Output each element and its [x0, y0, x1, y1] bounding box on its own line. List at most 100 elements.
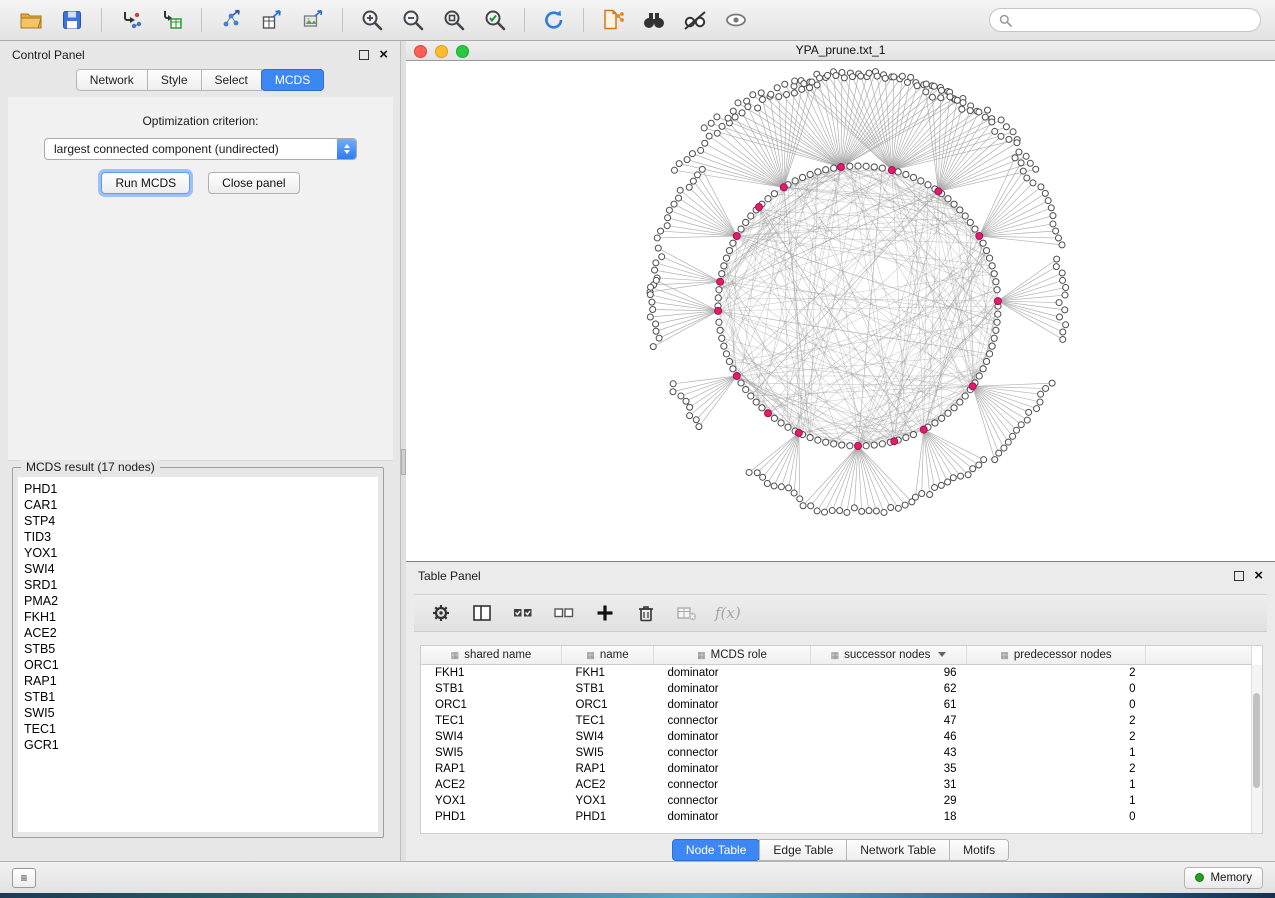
network-node[interactable] [721, 263, 727, 269]
network-node[interactable] [717, 327, 723, 333]
network-leaf-node[interactable] [825, 72, 831, 78]
network-node[interactable] [986, 255, 992, 261]
network-hub-node[interactable] [717, 278, 724, 285]
network-node[interactable] [753, 399, 759, 405]
float-panel-icon[interactable] [1234, 571, 1244, 581]
network-node[interactable] [939, 415, 945, 421]
column-header-MCDS-role[interactable]: ▦MCDS role [654, 646, 811, 665]
network-leaf-node[interactable] [670, 381, 676, 387]
close-window-icon[interactable] [414, 45, 427, 58]
network-hub-node[interactable] [733, 373, 740, 380]
network-node[interactable] [903, 171, 909, 177]
table-row[interactable]: STB1STB1dominator620 [421, 681, 1252, 697]
network-leaf-node[interactable] [670, 389, 676, 395]
network-canvas[interactable] [406, 61, 1275, 561]
network-leaf-node[interactable] [1018, 160, 1024, 166]
network-node[interactable] [855, 163, 861, 169]
network-leaf-node[interactable] [797, 496, 803, 502]
network-leaf-node[interactable] [791, 490, 797, 496]
network-leaf-node[interactable] [1010, 129, 1016, 135]
network-leaf-node[interactable] [931, 83, 937, 89]
network-leaf-node[interactable] [985, 107, 991, 113]
network-node[interactable] [743, 387, 749, 393]
network-leaf-node[interactable] [690, 178, 696, 184]
network-leaf-node[interactable] [1020, 168, 1026, 174]
table-row[interactable]: TEC1TEC1connector472 [421, 713, 1252, 729]
network-hub-node[interactable] [715, 307, 722, 314]
network-leaf-node[interactable] [1059, 242, 1065, 248]
network-leaf-node[interactable] [800, 503, 806, 509]
network-hub-node[interactable] [795, 429, 802, 436]
network-leaf-node[interactable] [1043, 385, 1049, 391]
network-node[interactable] [903, 434, 909, 440]
network-hub-node[interactable] [976, 233, 983, 240]
network-node[interactable] [895, 169, 901, 175]
close-panel-icon[interactable]: × [1254, 571, 1263, 581]
network-leaf-node[interactable] [771, 483, 777, 489]
mcds-node-item[interactable]: GCR1 [24, 737, 378, 753]
network-leaf-node[interactable] [656, 335, 662, 341]
network-node[interactable] [980, 366, 986, 372]
tab-network-table[interactable]: Network Table [846, 839, 950, 861]
network-leaf-node[interactable] [676, 161, 682, 167]
network-node[interactable] [748, 393, 754, 399]
network-node[interactable] [945, 196, 951, 202]
network-leaf-node[interactable] [902, 502, 908, 508]
network-leaf-node[interactable] [947, 94, 953, 100]
network-node[interactable] [962, 213, 968, 219]
network-leaf-node[interactable] [1016, 149, 1022, 155]
network-leaf-node[interactable] [745, 104, 751, 110]
network-leaf-node[interactable] [652, 267, 658, 273]
network-leaf-node[interactable] [1001, 445, 1007, 451]
network-hub-node[interactable] [765, 410, 772, 417]
network-leaf-node[interactable] [699, 166, 705, 172]
network-leaf-node[interactable] [1054, 256, 1060, 262]
network-leaf-node[interactable] [1050, 213, 1056, 219]
column-header-shared-name[interactable]: ▦shared name [421, 646, 562, 665]
network-leaf-node[interactable] [730, 108, 736, 114]
tab-motifs[interactable]: Motifs [949, 839, 1009, 861]
network-leaf-node[interactable] [1014, 140, 1020, 146]
network-leaf-node[interactable] [1063, 285, 1069, 291]
network-node[interactable] [932, 420, 938, 426]
network-leaf-node[interactable] [909, 499, 915, 505]
network-node[interactable] [719, 335, 725, 341]
zoom-out-button[interactable] [396, 5, 430, 35]
tab-network[interactable]: Network [76, 69, 148, 91]
network-node[interactable] [991, 335, 997, 341]
export-table-button[interactable] [255, 5, 289, 35]
column-header-successor-nodes[interactable]: ▦successor nodes [811, 646, 967, 665]
network-leaf-node[interactable] [976, 462, 982, 468]
deselect-all-rows-button[interactable] [551, 600, 577, 626]
network-leaf-node[interactable] [938, 95, 944, 101]
network-leaf-node[interactable] [1053, 264, 1059, 270]
network-leaf-node[interactable] [908, 74, 914, 80]
network-leaf-node[interactable] [1049, 380, 1055, 386]
network-leaf-node[interactable] [998, 133, 1004, 139]
network-node[interactable] [778, 420, 784, 426]
network-leaf-node[interactable] [799, 86, 805, 92]
network-leaf-node[interactable] [764, 481, 770, 487]
run-mcds-button[interactable]: Run MCDS [101, 172, 190, 194]
zoom-fit-button[interactable] [437, 5, 471, 35]
network-leaf-node[interactable] [954, 97, 960, 103]
network-node[interactable] [815, 169, 821, 175]
network-leaf-node[interactable] [678, 393, 684, 399]
network-leaf-node[interactable] [1060, 329, 1066, 335]
network-leaf-node[interactable] [960, 100, 966, 106]
network-leaf-node[interactable] [1012, 155, 1018, 161]
network-hub-node[interactable] [780, 184, 787, 191]
network-node[interactable] [980, 240, 986, 246]
mcds-node-item[interactable]: ORC1 [24, 657, 378, 673]
network-leaf-node[interactable] [945, 479, 951, 485]
network-leaf-node[interactable] [725, 115, 731, 121]
network-node[interactable] [771, 191, 777, 197]
network-node[interactable] [730, 366, 736, 372]
network-leaf-node[interactable] [655, 245, 661, 251]
table-row[interactable]: YOX1YOX1connector291 [421, 793, 1252, 809]
network-node[interactable] [879, 441, 885, 447]
network-leaf-node[interactable] [774, 85, 780, 91]
mcds-node-item[interactable]: CAR1 [24, 497, 378, 513]
network-node[interactable] [730, 240, 736, 246]
network-leaf-node[interactable] [792, 78, 798, 84]
